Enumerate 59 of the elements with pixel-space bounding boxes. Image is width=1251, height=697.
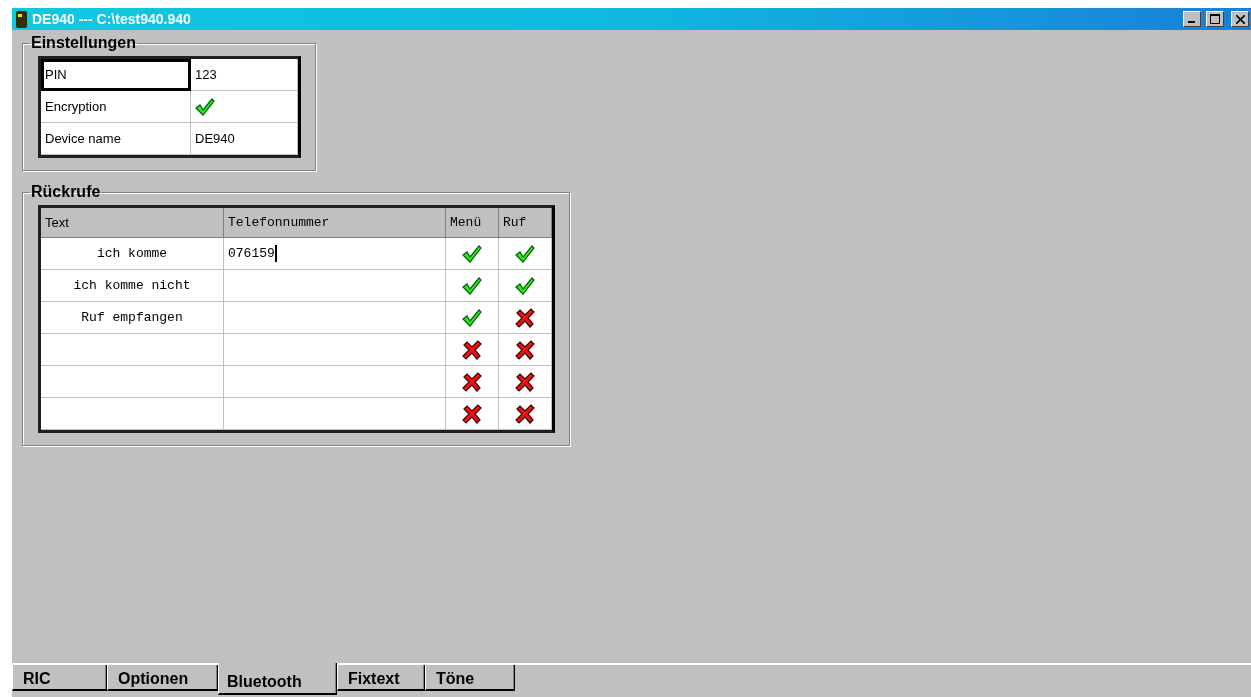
call-toggle[interactable] [499,366,552,398]
check-icon [515,243,535,264]
setting-label[interactable]: Device name [41,123,191,155]
close-icon [1235,14,1245,24]
cross-icon [515,307,535,328]
window-title: DE940 --- C:\test940.940 [32,11,192,27]
table-cell[interactable] [224,270,446,302]
check-icon [195,96,215,117]
column-header[interactable]: Text [41,208,224,238]
cross-icon [515,403,535,424]
cross-icon [462,371,482,392]
column-header[interactable]: Menü [446,208,499,238]
cross-icon [515,339,535,360]
tab[interactable]: Töne [425,665,515,691]
setting-value[interactable]: 123 [191,59,298,91]
maximize-button[interactable] [1206,11,1224,27]
check-icon [462,243,482,264]
tab[interactable]: Fixtext [337,665,425,691]
menu-toggle[interactable] [446,302,499,334]
table-cell[interactable]: 076159 [224,238,446,270]
maximize-icon [1210,14,1220,24]
group-title: Einstellungen [30,34,137,52]
call-toggle[interactable] [499,398,552,430]
device-icon [15,10,28,28]
table-cell[interactable] [224,366,446,398]
text-cursor [274,245,277,262]
close-button[interactable] [1231,11,1249,27]
tab[interactable]: Optionen [107,665,218,691]
table-cell[interactable] [224,334,446,366]
call-toggle[interactable] [499,238,552,270]
tab[interactable]: RIC [12,665,107,691]
table-cell: Ruf empfangen [41,302,224,334]
minimize-button[interactable] [1183,11,1201,27]
check-icon [462,275,482,296]
setting-checkbox[interactable] [191,91,298,123]
menu-toggle[interactable] [446,238,499,270]
table-cell[interactable] [224,398,446,430]
call-toggle[interactable] [499,270,552,302]
menu-toggle[interactable] [446,334,499,366]
cross-icon [462,403,482,424]
group-title: Rückrufe [30,183,102,201]
setting-label[interactable]: PIN [41,59,191,91]
call-toggle[interactable] [499,334,552,366]
menu-toggle[interactable] [446,270,499,302]
table-cell: ich komme nicht [41,270,224,302]
setting-value[interactable]: DE940 [191,123,298,155]
cross-icon [515,371,535,392]
column-header[interactable]: Ruf [499,208,552,238]
table-cell: ich komme [41,238,224,270]
check-icon [515,275,535,296]
call-toggle[interactable] [499,302,552,334]
menu-toggle[interactable] [446,398,499,430]
column-header[interactable]: Telefonnummer [224,208,446,238]
table-cell[interactable] [224,302,446,334]
menu-toggle[interactable] [446,366,499,398]
tab[interactable]: Bluetooth [218,663,337,695]
check-icon [462,307,482,328]
setting-label[interactable]: Encryption [41,91,191,123]
cross-icon [462,339,482,360]
